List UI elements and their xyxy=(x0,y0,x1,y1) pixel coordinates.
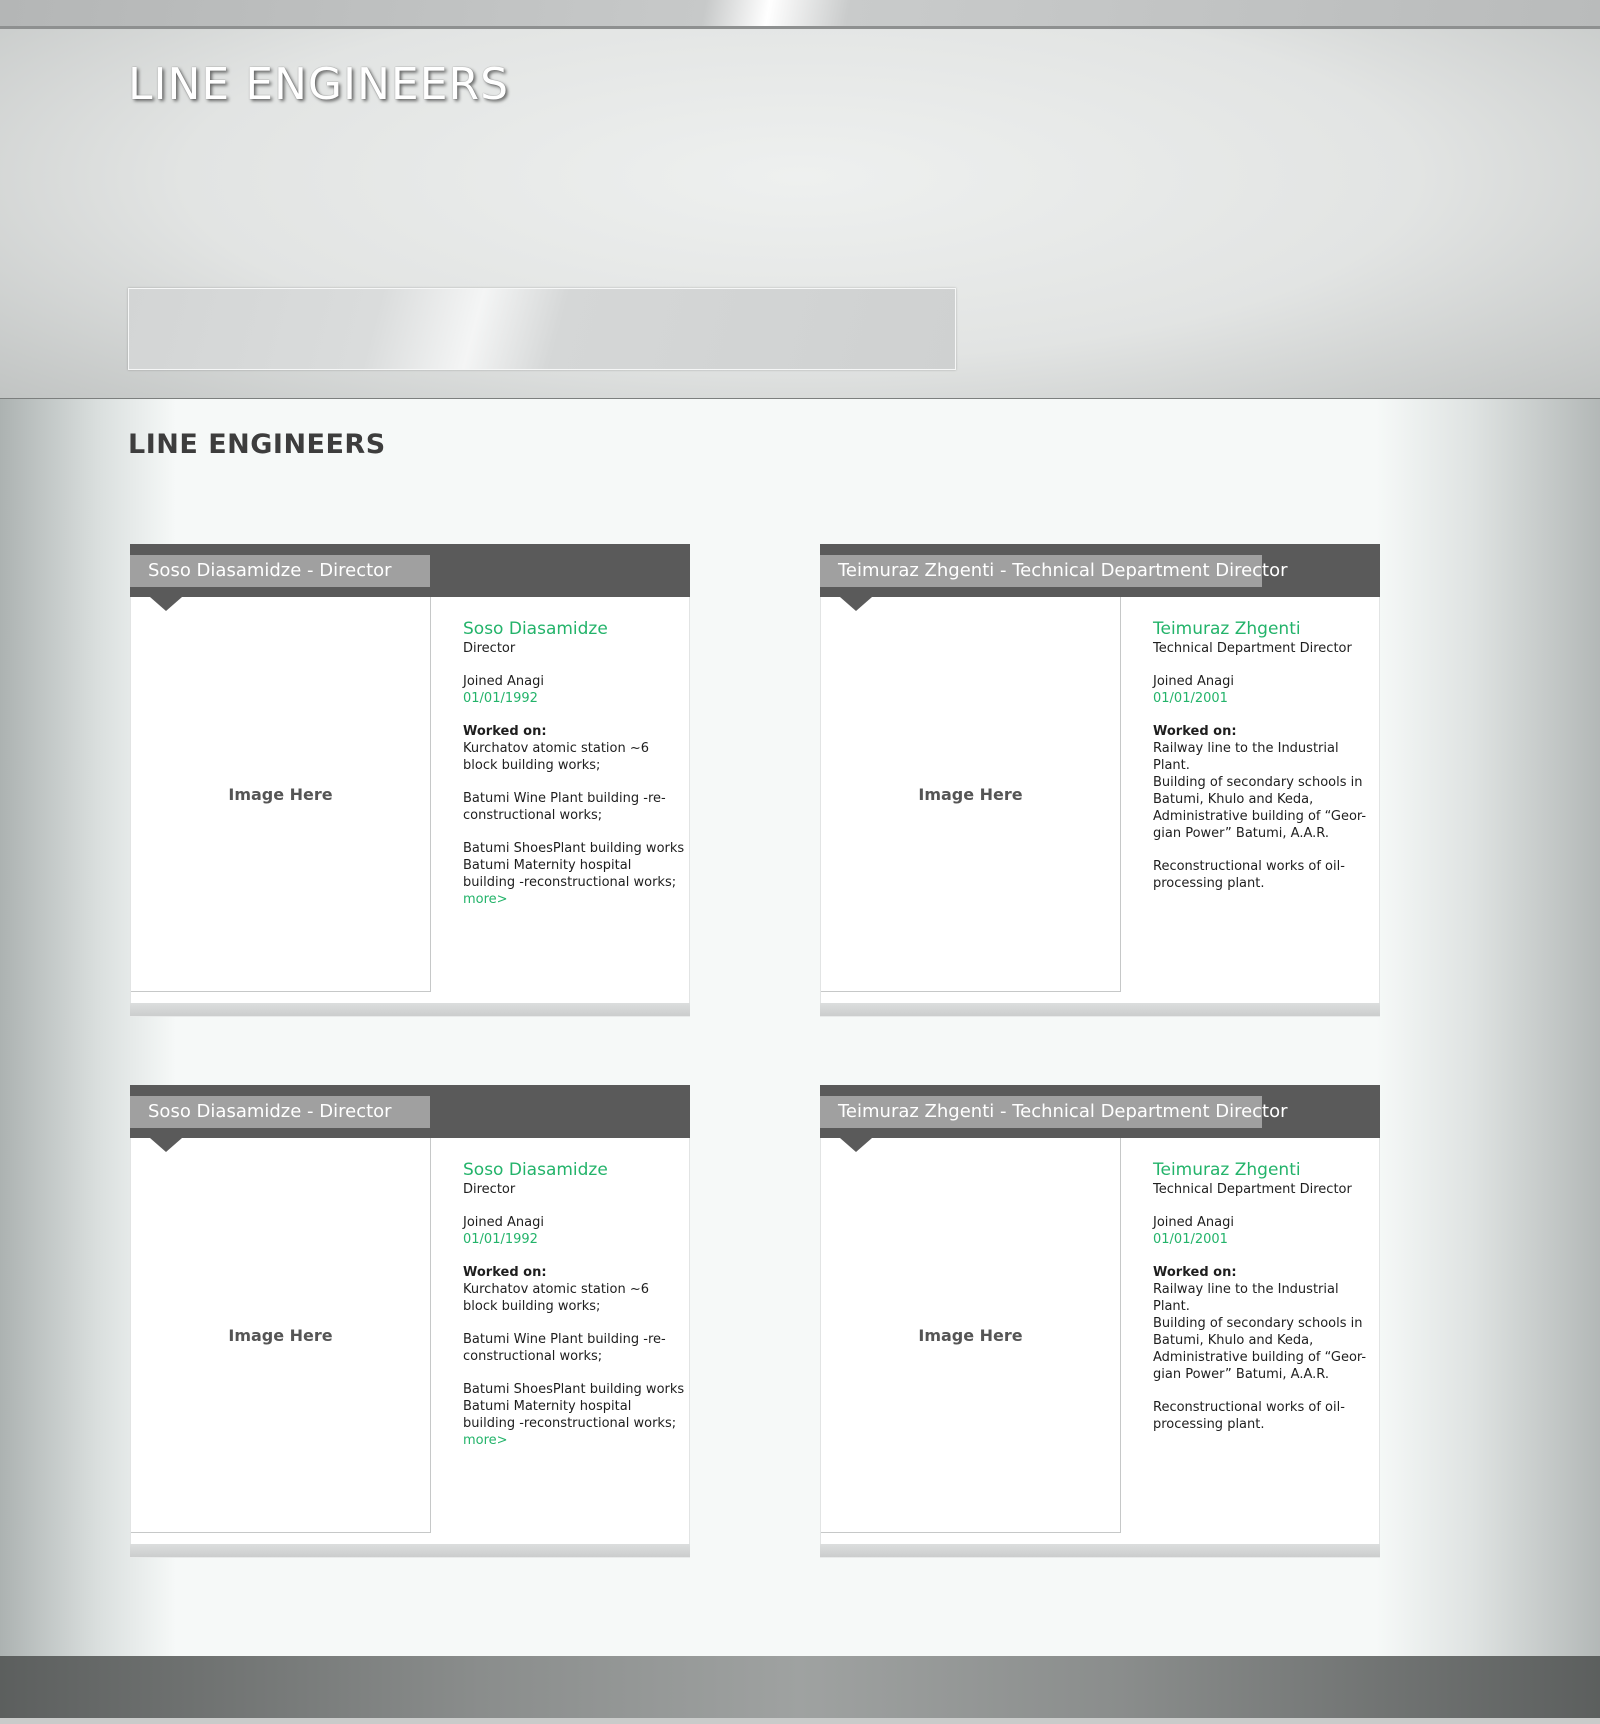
joined-date: 01/01/2001 xyxy=(1153,691,1228,706)
engineer-info: Soso Diasamidze Director Joined Anagi 01/0… xyxy=(463,619,687,924)
image-placeholder-label: Image Here xyxy=(228,1325,333,1345)
work-item: Reconstructional works of oil-processing… xyxy=(1153,1400,1345,1432)
tab-pointer-icon xyxy=(150,1138,182,1152)
page-title: LINE ENGINEERS xyxy=(128,429,386,460)
work-item: Administrative building of “Geor-gian Po… xyxy=(1153,809,1367,841)
tab-pointer-icon xyxy=(150,597,182,611)
tab-pointer-icon xyxy=(840,1138,872,1152)
worked-on-label: Worked on: xyxy=(1153,1265,1237,1280)
engineer-name: Teimuraz Zhgenti xyxy=(1153,1160,1301,1180)
card-footer-bar xyxy=(130,1003,690,1017)
engineer-name: Soso Diasamidze xyxy=(463,619,608,639)
engineer-info: Soso Diasamidze Director Joined Anagi 01/0… xyxy=(463,1160,687,1465)
work-item: Railway line to the Industrial Plant. xyxy=(1153,741,1339,773)
card-body: Image Here Soso Diasamidze Director Joine… xyxy=(130,1138,690,1544)
joined-date: 01/01/2001 xyxy=(1153,1232,1228,1247)
engineer-info: Teimuraz Zhgenti Technical Department Dir… xyxy=(1153,1160,1377,1449)
work-item: Batumi Wine Plant building -re-construct… xyxy=(463,791,666,823)
work-item: Railway line to the Industrial Plant. xyxy=(1153,1282,1339,1314)
joined-date: 01/01/1992 xyxy=(463,691,538,706)
site-logo[interactable]: LINE ENGINEERS xyxy=(128,59,509,110)
engineer-name: Teimuraz Zhgenti xyxy=(1153,619,1301,639)
work-item: Batumi Maternity hospital building -reco… xyxy=(463,858,677,890)
work-item: Batumi ShoesPlant building works xyxy=(463,1382,685,1397)
engineer-role: Technical Department Director xyxy=(1153,641,1352,656)
card-header-bar: Teimuraz Zhgenti - Technical Department … xyxy=(820,544,1380,597)
more-link[interactable]: more> xyxy=(463,892,508,907)
more-link[interactable]: more> xyxy=(463,1433,508,1448)
work-item: Batumi Maternity hospital building -reco… xyxy=(463,1399,677,1431)
image-placeholder: Image Here xyxy=(131,597,431,992)
work-item: Building of secondary schools in Batumi,… xyxy=(1153,1316,1363,1348)
worked-on-label: Worked on: xyxy=(1153,724,1237,739)
card-footer-bar xyxy=(820,1544,1380,1558)
work-item: Batumi ShoesPlant building works xyxy=(463,841,685,856)
tab-pointer-icon xyxy=(840,597,872,611)
site-header: LINE ENGINEERS xyxy=(0,29,1600,399)
image-placeholder-label: Image Here xyxy=(918,1325,1023,1345)
card-title-tab: Teimuraz Zhgenti - Technical Department … xyxy=(820,1096,1288,1128)
card-body: Image Here Soso Diasamidze Director Joine… xyxy=(130,597,690,1003)
work-item: Kurchatov atomic station ~6 block buildi… xyxy=(463,741,650,773)
site-footer xyxy=(0,1656,1600,1724)
work-item: Administrative building of “Geor-gian Po… xyxy=(1153,1350,1367,1382)
image-placeholder-label: Image Here xyxy=(228,784,333,804)
card-header-bar: Soso Diasamidze - Director xyxy=(130,1085,690,1138)
engineer-card: Soso Diasamidze - Director Image Here So… xyxy=(130,1085,690,1559)
header-banner-box xyxy=(128,288,956,370)
work-item: Batumi Wine Plant building -re-construct… xyxy=(463,1332,666,1364)
work-item: Building of secondary schools in Batumi,… xyxy=(1153,775,1363,807)
engineer-card: Teimuraz Zhgenti - Technical Department … xyxy=(820,1085,1380,1559)
card-header-bar: Soso Diasamidze - Director xyxy=(130,544,690,597)
engineer-name: Soso Diasamidze xyxy=(463,1160,608,1180)
card-title-tab: Teimuraz Zhgenti - Technical Department … xyxy=(820,555,1288,587)
engineer-info: Teimuraz Zhgenti Technical Department Dir… xyxy=(1153,619,1377,908)
joined-label: Joined Anagi xyxy=(1153,1215,1234,1230)
card-title-tab: Soso Diasamidze - Director xyxy=(130,555,430,587)
worked-on-label: Worked on: xyxy=(463,724,547,739)
joined-label: Joined Anagi xyxy=(463,1215,544,1230)
card-title-tab: Soso Diasamidze - Director xyxy=(130,1096,430,1128)
image-placeholder: Image Here xyxy=(821,1138,1121,1533)
top-strip xyxy=(0,0,1600,29)
card-body: Image Here Teimuraz Zhgenti Technical Dep… xyxy=(820,597,1380,1003)
card-footer-bar xyxy=(130,1544,690,1558)
main-content: LINE ENGINEERS Soso Diasamidze - Directo… xyxy=(0,399,1600,1656)
joined-date: 01/01/1992 xyxy=(463,1232,538,1247)
card-footer-bar xyxy=(820,1003,1380,1017)
engineer-card: Teimuraz Zhgenti - Technical Department … xyxy=(820,544,1380,1018)
joined-label: Joined Anagi xyxy=(463,674,544,689)
work-item: Kurchatov atomic station ~6 block buildi… xyxy=(463,1282,650,1314)
card-body: Image Here Teimuraz Zhgenti Technical Dep… xyxy=(820,1138,1380,1544)
engineer-role: Director xyxy=(463,1182,516,1197)
image-placeholder-label: Image Here xyxy=(918,784,1023,804)
engineer-card: Soso Diasamidze - Director Image Here So… xyxy=(130,544,690,1018)
card-header-bar: Teimuraz Zhgenti - Technical Department … xyxy=(820,1085,1380,1138)
engineer-role: Director xyxy=(463,641,516,656)
engineer-role: Technical Department Director xyxy=(1153,1182,1352,1197)
image-placeholder: Image Here xyxy=(821,597,1121,992)
image-placeholder: Image Here xyxy=(131,1138,431,1533)
joined-label: Joined Anagi xyxy=(1153,674,1234,689)
work-item: Reconstructional works of oil-processing… xyxy=(1153,859,1345,891)
worked-on-label: Worked on: xyxy=(463,1265,547,1280)
